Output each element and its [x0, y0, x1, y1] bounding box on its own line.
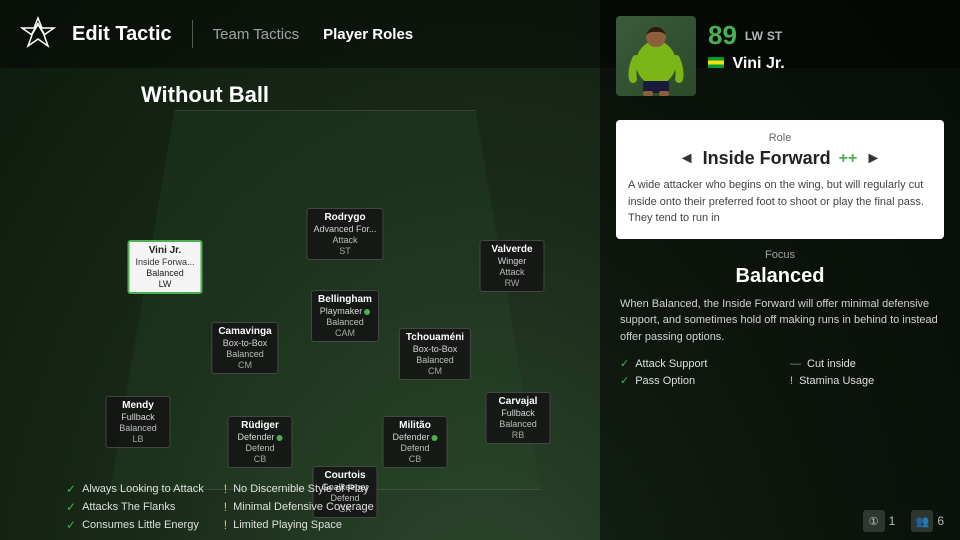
player-mendy[interactable]: Mendy Fullback Balanced LB [106, 396, 171, 448]
player-bellingham[interactable]: Bellingham Playmaker Balanced CAM [311, 290, 379, 342]
header-nav: Team Tactics Player Roles [213, 22, 413, 47]
attributes-panel: ✓ Always Looking to Attack ✓ Attacks The… [50, 474, 600, 540]
focus-section: Focus Balanced When Balanced, the Inside… [616, 249, 944, 388]
right-panel: 89 LW ST Vini Jr. Role ◄ Inside Forward … [600, 0, 960, 540]
role-name-row: ◄ Inside Forward ++ ► [628, 148, 932, 169]
attr-warn-col: ! No Discernible Style of Play ! Minimal… [224, 482, 374, 532]
attr-warn-1: ! No Discernible Style of Play [224, 482, 374, 496]
player-portrait [616, 16, 696, 96]
btn-1-icon: ① [863, 510, 885, 532]
bottom-btn-1[interactable]: ① 1 [863, 510, 896, 532]
player-valverde[interactable]: Valverde Winger Attack RW [480, 240, 545, 292]
btn-2-icon: 👥 [911, 510, 933, 532]
attr-item-1: ✓ Always Looking to Attack [66, 482, 204, 496]
app-logo [20, 16, 56, 52]
player-carvajal[interactable]: Carvajal Fullback Balanced RB [486, 392, 551, 444]
focus-attr-cut-inside: — Cut inside [790, 357, 940, 370]
focus-attributes: ✓ Attack Support — Cut inside ✓ Pass Opt… [620, 357, 940, 387]
player-militao[interactable]: Militão Defender Defend CB [383, 416, 448, 468]
rating-row: 89 LW ST [708, 20, 944, 51]
attr-good-col: ✓ Always Looking to Attack ✓ Attacks The… [66, 482, 204, 532]
player-tchouameni[interactable]: Tchouaméni Box-to-Box Balanced CM [399, 328, 471, 380]
attr-warn-3: ! Limited Playing Space [224, 518, 374, 532]
attr-item-3: ✓ Consumes Little Energy [66, 518, 204, 532]
attr-warn-2: ! Minimal Defensive Coverage [224, 500, 374, 514]
role-prev-arrow[interactable]: ◄ [679, 150, 695, 168]
attr-item-2: ✓ Attacks The Flanks [66, 500, 204, 514]
flag-brazil [708, 57, 724, 68]
focus-attr-pass-option: ✓ Pass Option [620, 374, 770, 387]
player-rudiger[interactable]: Rüdiger Defender Defend CB [228, 416, 293, 468]
formation-area: Vini Jr. Inside Forwa... Balanced LW Rod… [50, 100, 600, 500]
portrait-section: 89 LW ST Vini Jr. [616, 16, 944, 108]
position-tags: LW ST [745, 29, 782, 43]
player-rodrygo[interactable]: Rodrygo Advanced For... Attack ST [306, 208, 383, 260]
bottom-bar: ① 1 👥 6 [863, 510, 944, 532]
header-title: Edit Tactic [72, 23, 172, 46]
role-card: Role ◄ Inside Forward ++ ► A wide attack… [616, 120, 944, 239]
focus-attr-attack-support: ✓ Attack Support [620, 357, 770, 370]
player-info: 89 LW ST Vini Jr. [708, 16, 944, 73]
nav-player-roles[interactable]: Player Roles [323, 22, 413, 47]
focus-attr-stamina-usage: ! Stamina Usage [790, 374, 940, 387]
player-name-row: Vini Jr. [708, 55, 944, 73]
section-title: Without Ball [0, 68, 410, 122]
bottom-btn-2[interactable]: 👥 6 [911, 510, 944, 532]
player-vini[interactable]: Vini Jr. Inside Forwa... Balanced LW [127, 240, 202, 294]
header-divider [192, 20, 193, 48]
nav-team-tactics[interactable]: Team Tactics [213, 22, 299, 47]
role-next-arrow[interactable]: ► [865, 150, 881, 168]
player-camavinga[interactable]: Camavinga Box-to-Box Balanced CM [211, 322, 278, 374]
